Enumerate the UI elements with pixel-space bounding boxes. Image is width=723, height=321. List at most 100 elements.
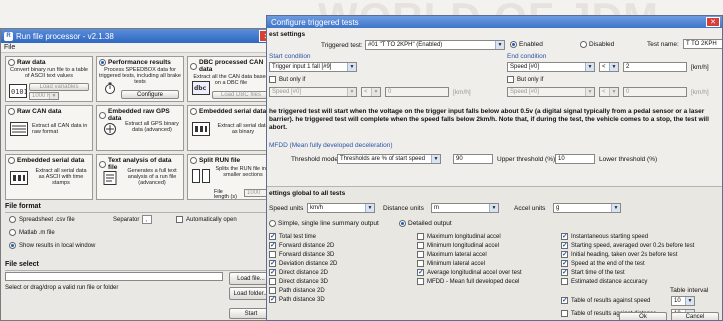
result-option[interactable]: Average longitudinal accel over test: [417, 268, 522, 276]
performance-results-radio[interactable]: [99, 59, 106, 66]
raw-gps-radio[interactable]: [99, 111, 106, 119]
distance-table-checkbox[interactable]: [561, 310, 568, 317]
result-option[interactable]: Maximum lateral accel: [417, 251, 487, 258]
result-option[interactable]: Minimum lateral accel: [417, 260, 485, 267]
result-option-checkbox[interactable]: [269, 287, 276, 294]
result-option[interactable]: Forward distance 2D: [269, 241, 334, 249]
ok-button[interactable]: Ok: [619, 312, 667, 320]
start-speed-select[interactable]: Speed [#0] ▼: [269, 87, 357, 97]
end-value-input[interactable]: 2: [623, 62, 687, 72]
matlab-option[interactable]: Matlab .m file: [9, 229, 55, 236]
result-option[interactable]: Start time of the test: [561, 268, 625, 276]
result-option-checkbox[interactable]: [269, 268, 276, 276]
split-radio[interactable]: [190, 157, 197, 164]
load-dbc-files-button[interactable]: Load DBC files: [212, 91, 270, 99]
result-option[interactable]: MFDD - Mean full developed decel: [417, 278, 519, 285]
distance-units-select[interactable]: m ▼: [431, 203, 499, 213]
result-option[interactable]: Initial heading, taken over 2s before te…: [561, 250, 677, 258]
option-performance-results[interactable]: Performance results Process SPEEDBOX dat…: [96, 56, 184, 102]
speed-table-option[interactable]: Table of results against speed: [561, 296, 650, 304]
result-option[interactable]: Deviation distance 2D: [269, 259, 337, 267]
end-speed-select[interactable]: Speed [#0] ▼: [507, 87, 595, 97]
option-text-analysis[interactable]: Text analysis of data file Generates a f…: [96, 154, 184, 200]
speed-units-select[interactable]: km/h ▼: [307, 203, 375, 213]
result-option-checkbox[interactable]: [269, 259, 276, 267]
result-option[interactable]: Direct distance 2D: [269, 268, 328, 276]
start-trigger-select[interactable]: Trigger input 1 fall [#9] ▼: [269, 62, 357, 72]
spreadsheet-option[interactable]: Spreadsheet .csv file: [9, 216, 75, 223]
end-but-only-if[interactable]: But only if: [507, 76, 543, 83]
close-button[interactable]: ✕: [706, 17, 720, 27]
result-option[interactable]: Maximum longitudinal accel: [417, 233, 501, 240]
spreadsheet-radio[interactable]: [9, 216, 16, 223]
menu-file[interactable]: File: [4, 44, 15, 51]
result-option[interactable]: Estimated distance accuracy: [561, 278, 647, 285]
result-option-checkbox[interactable]: [561, 259, 568, 267]
result-option[interactable]: Path distance 3D: [269, 295, 325, 303]
end-value2-input[interactable]: 0: [623, 87, 687, 97]
result-option-checkbox[interactable]: [269, 251, 276, 258]
start-value-input[interactable]: 0: [385, 87, 449, 97]
test-name-input[interactable]: T TO 2KPH: [683, 39, 722, 49]
local-window-radio[interactable]: [9, 242, 16, 249]
upper-threshold-input[interactable]: 90: [453, 154, 493, 164]
result-option-checkbox[interactable]: [561, 250, 568, 258]
end-operator2-select[interactable]: < ▼: [599, 87, 619, 97]
end-but-only-if-checkbox[interactable]: [507, 76, 514, 83]
result-option-checkbox[interactable]: [269, 232, 276, 240]
end-channel-select[interactable]: Speed [#0] ▼: [507, 62, 595, 72]
option-split-run-file[interactable]: Split RUN file Splits the RUN file into …: [187, 154, 275, 200]
end-operator-select[interactable]: < ▼: [599, 62, 619, 72]
result-option-checkbox[interactable]: [417, 260, 424, 267]
result-option[interactable]: Minimum longitudinal accel: [417, 242, 499, 249]
result-option[interactable]: Direct distance 3D: [269, 278, 328, 285]
enabled-radio[interactable]: [510, 41, 517, 48]
threshold-mode-select[interactable]: Thresholds are % of start speed ▼: [337, 154, 441, 164]
detailed-output-radio[interactable]: [399, 220, 406, 227]
disabled-radio[interactable]: [580, 41, 587, 48]
accel-units-select[interactable]: g ▼: [553, 203, 621, 213]
enabled-option[interactable]: Enabled: [510, 41, 543, 48]
local-window-option[interactable]: Show results in local window: [9, 242, 95, 249]
result-option-checkbox[interactable]: [269, 278, 276, 285]
result-option[interactable]: Speed at the end of the test: [561, 259, 645, 267]
result-option-checkbox[interactable]: [269, 241, 276, 249]
raw-can-radio[interactable]: [8, 108, 15, 115]
lower-threshold-input[interactable]: 10: [555, 154, 595, 164]
file-path-input[interactable]: [5, 272, 223, 281]
configure-button[interactable]: Configure: [121, 90, 179, 99]
sample-rate-select[interactable]: 1000 Hz ▼: [29, 92, 59, 100]
separator-input[interactable]: ,: [142, 215, 153, 224]
option-dbc-can-data[interactable]: DBC processed CAN data Extract all the C…: [187, 56, 275, 102]
option-raw-can-data[interactable]: Raw CAN data Extract all CAN data in raw…: [5, 105, 93, 151]
result-option-checkbox[interactable]: [269, 295, 276, 303]
start-but-only-if[interactable]: But only if: [269, 76, 305, 83]
simple-output-option[interactable]: Simple, single line summary output: [269, 220, 379, 227]
result-option-checkbox[interactable]: [561, 278, 568, 285]
option-embedded-serial-binary[interactable]: Embedded serial data Extract all serial …: [187, 105, 275, 151]
start-but-only-if-checkbox[interactable]: [269, 76, 276, 83]
result-option-checkbox[interactable]: [417, 278, 424, 285]
simple-output-radio[interactable]: [269, 220, 276, 227]
auto-open-option[interactable]: Automatically open: [176, 216, 237, 223]
raw-data-radio[interactable]: [8, 59, 15, 66]
result-option-checkbox[interactable]: [561, 232, 568, 240]
result-option-checkbox[interactable]: [417, 233, 424, 240]
speed-table-interval-select[interactable]: 10 ▼: [671, 296, 695, 306]
matlab-radio[interactable]: [9, 229, 16, 236]
triggered-test-select[interactable]: #01 "T TO 2KPH" (Enabled) ▼: [365, 40, 505, 50]
serial-ascii-radio[interactable]: [8, 157, 15, 164]
load-variables-button[interactable]: Load variables: [29, 83, 89, 91]
start-operator-select[interactable]: < ▼: [361, 87, 381, 97]
result-option[interactable]: Forward distance 3D: [269, 251, 334, 258]
result-option-checkbox[interactable]: [561, 268, 568, 276]
disabled-option[interactable]: Disabled: [580, 41, 614, 48]
result-option-checkbox[interactable]: [417, 268, 424, 276]
option-embedded-raw-gps[interactable]: Embedded raw GPS data Extract all GPS bi…: [96, 105, 184, 151]
result-option[interactable]: Total test time: [269, 232, 316, 240]
option-raw-data[interactable]: Raw data Convert binary run file to a ta…: [5, 56, 93, 102]
result-option[interactable]: Path distance 2D: [269, 287, 325, 294]
speed-table-checkbox[interactable]: [561, 296, 568, 304]
result-option-checkbox[interactable]: [417, 251, 424, 258]
serial-binary-radio[interactable]: [190, 108, 197, 115]
